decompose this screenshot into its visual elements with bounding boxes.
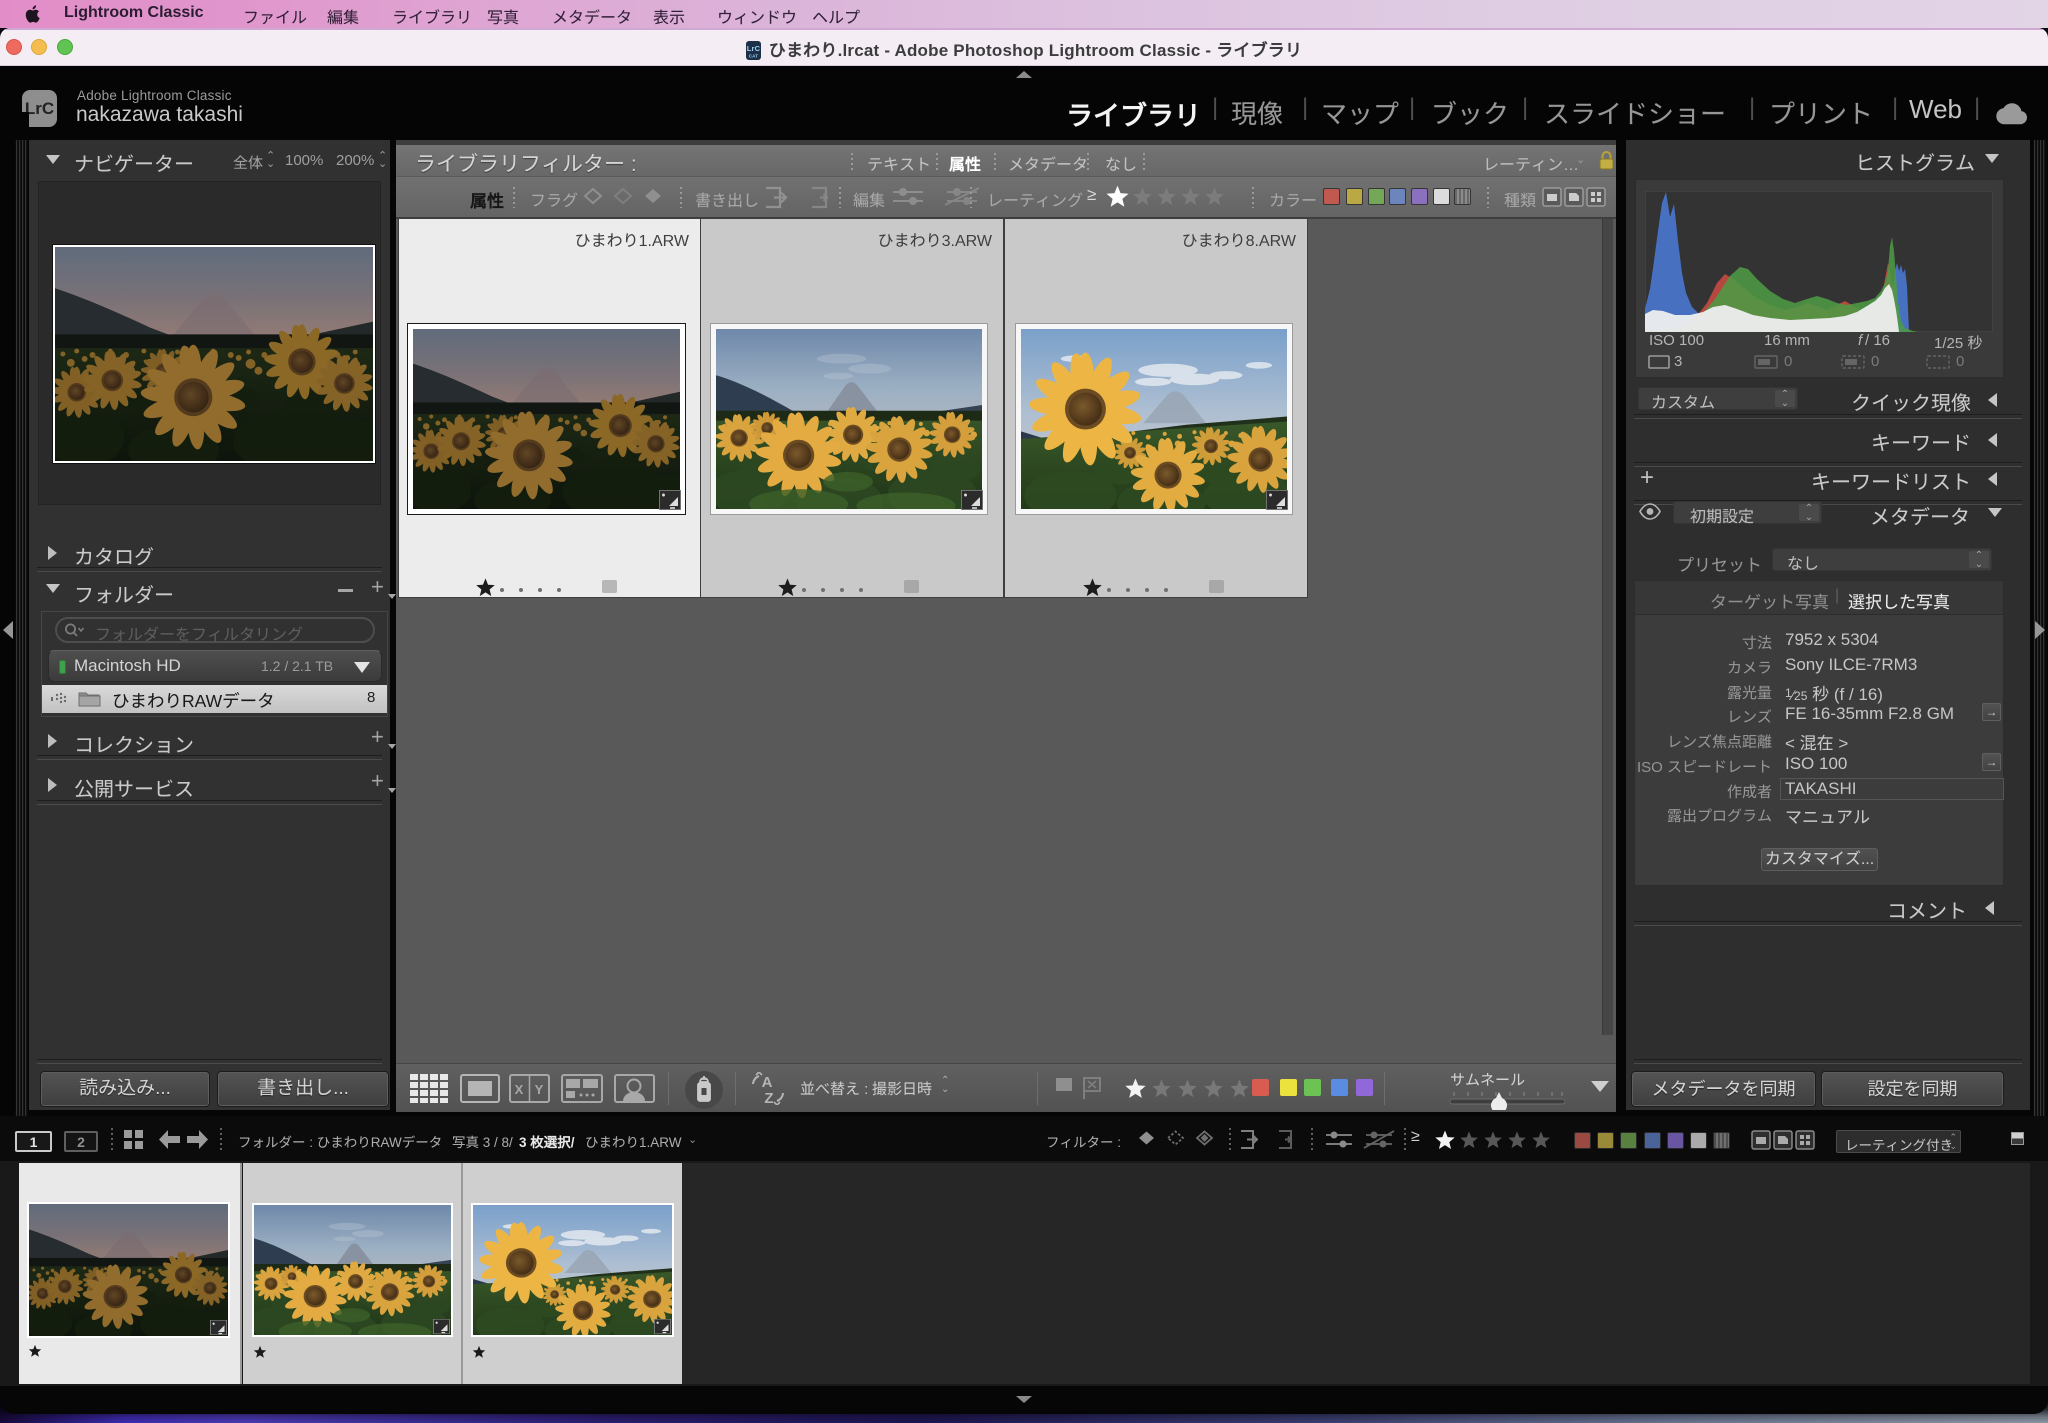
svg-text:LrC: LrC bbox=[747, 44, 761, 53]
svg-text:Z: Z bbox=[764, 1090, 773, 1105]
svg-text:A: A bbox=[762, 1074, 773, 1091]
svg-text:CAT: CAT bbox=[749, 54, 759, 59]
svg-text:Y: Y bbox=[535, 1082, 544, 1097]
svg-text:X: X bbox=[515, 1082, 524, 1097]
